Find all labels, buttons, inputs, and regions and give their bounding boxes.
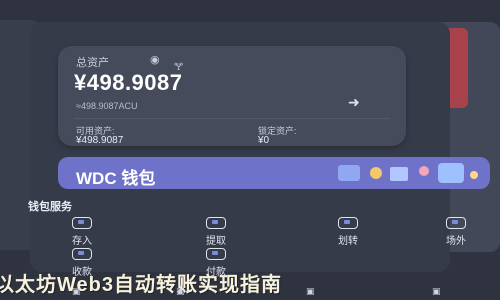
total-asset-converted: ≈498.9087ACU — [76, 101, 138, 111]
receive-icon — [72, 248, 92, 260]
wallet-service-title: 钱包服务 — [28, 201, 72, 213]
nav-profile-icon[interactable]: ▣ — [432, 286, 441, 297]
nav-home-icon[interactable]: ▣ — [72, 286, 81, 297]
deposit-button[interactable]: 存入 — [52, 217, 112, 247]
wallet-illustration-icon — [338, 163, 478, 183]
available-asset-value: ¥498.9087 — [76, 135, 124, 146]
withdraw-button[interactable]: 提取 — [186, 217, 246, 247]
deposit-label: 存入 — [72, 236, 92, 247]
eye-icon[interactable]: ◉ — [150, 53, 160, 66]
card-divider — [74, 118, 390, 119]
locked-asset-value: ¥0 — [258, 135, 270, 146]
nav-market-icon[interactable]: ▣ — [176, 286, 185, 297]
nav-trade-icon[interactable]: ▣ — [306, 286, 315, 297]
transfer-label: 划转 — [338, 236, 358, 247]
otc-icon — [446, 217, 466, 229]
transfer-icon — [338, 217, 358, 229]
arrow-right-icon[interactable]: ➜ — [348, 94, 360, 111]
withdraw-label: 提取 — [206, 236, 226, 247]
wallet-banner[interactable]: WDC 钱包 — [58, 157, 490, 189]
deposit-icon — [72, 217, 92, 229]
wallet-screen: 总资产 ◉ 🝖 ¥498.9087 ≈498.9087ACU ➜ 可用资产: ¥… — [28, 22, 490, 278]
bottom-nav: ▣ ▣ ▣ ▣ — [0, 286, 500, 300]
otc-label: 场外 — [446, 236, 466, 247]
withdraw-icon — [206, 217, 226, 229]
transfer-button[interactable]: 划转 — [318, 217, 378, 247]
wallet-banner-title: WDC 钱包 — [76, 169, 156, 188]
pay-icon — [206, 248, 226, 260]
total-asset-value: ¥498.9087 — [74, 70, 183, 95]
asset-card: 总资产 ◉ 🝖 ¥498.9087 ≈498.9087ACU ➜ 可用资产: ¥… — [58, 46, 406, 146]
total-asset-label: 总资产 — [76, 57, 109, 69]
otc-button[interactable]: 场外 — [426, 217, 486, 247]
